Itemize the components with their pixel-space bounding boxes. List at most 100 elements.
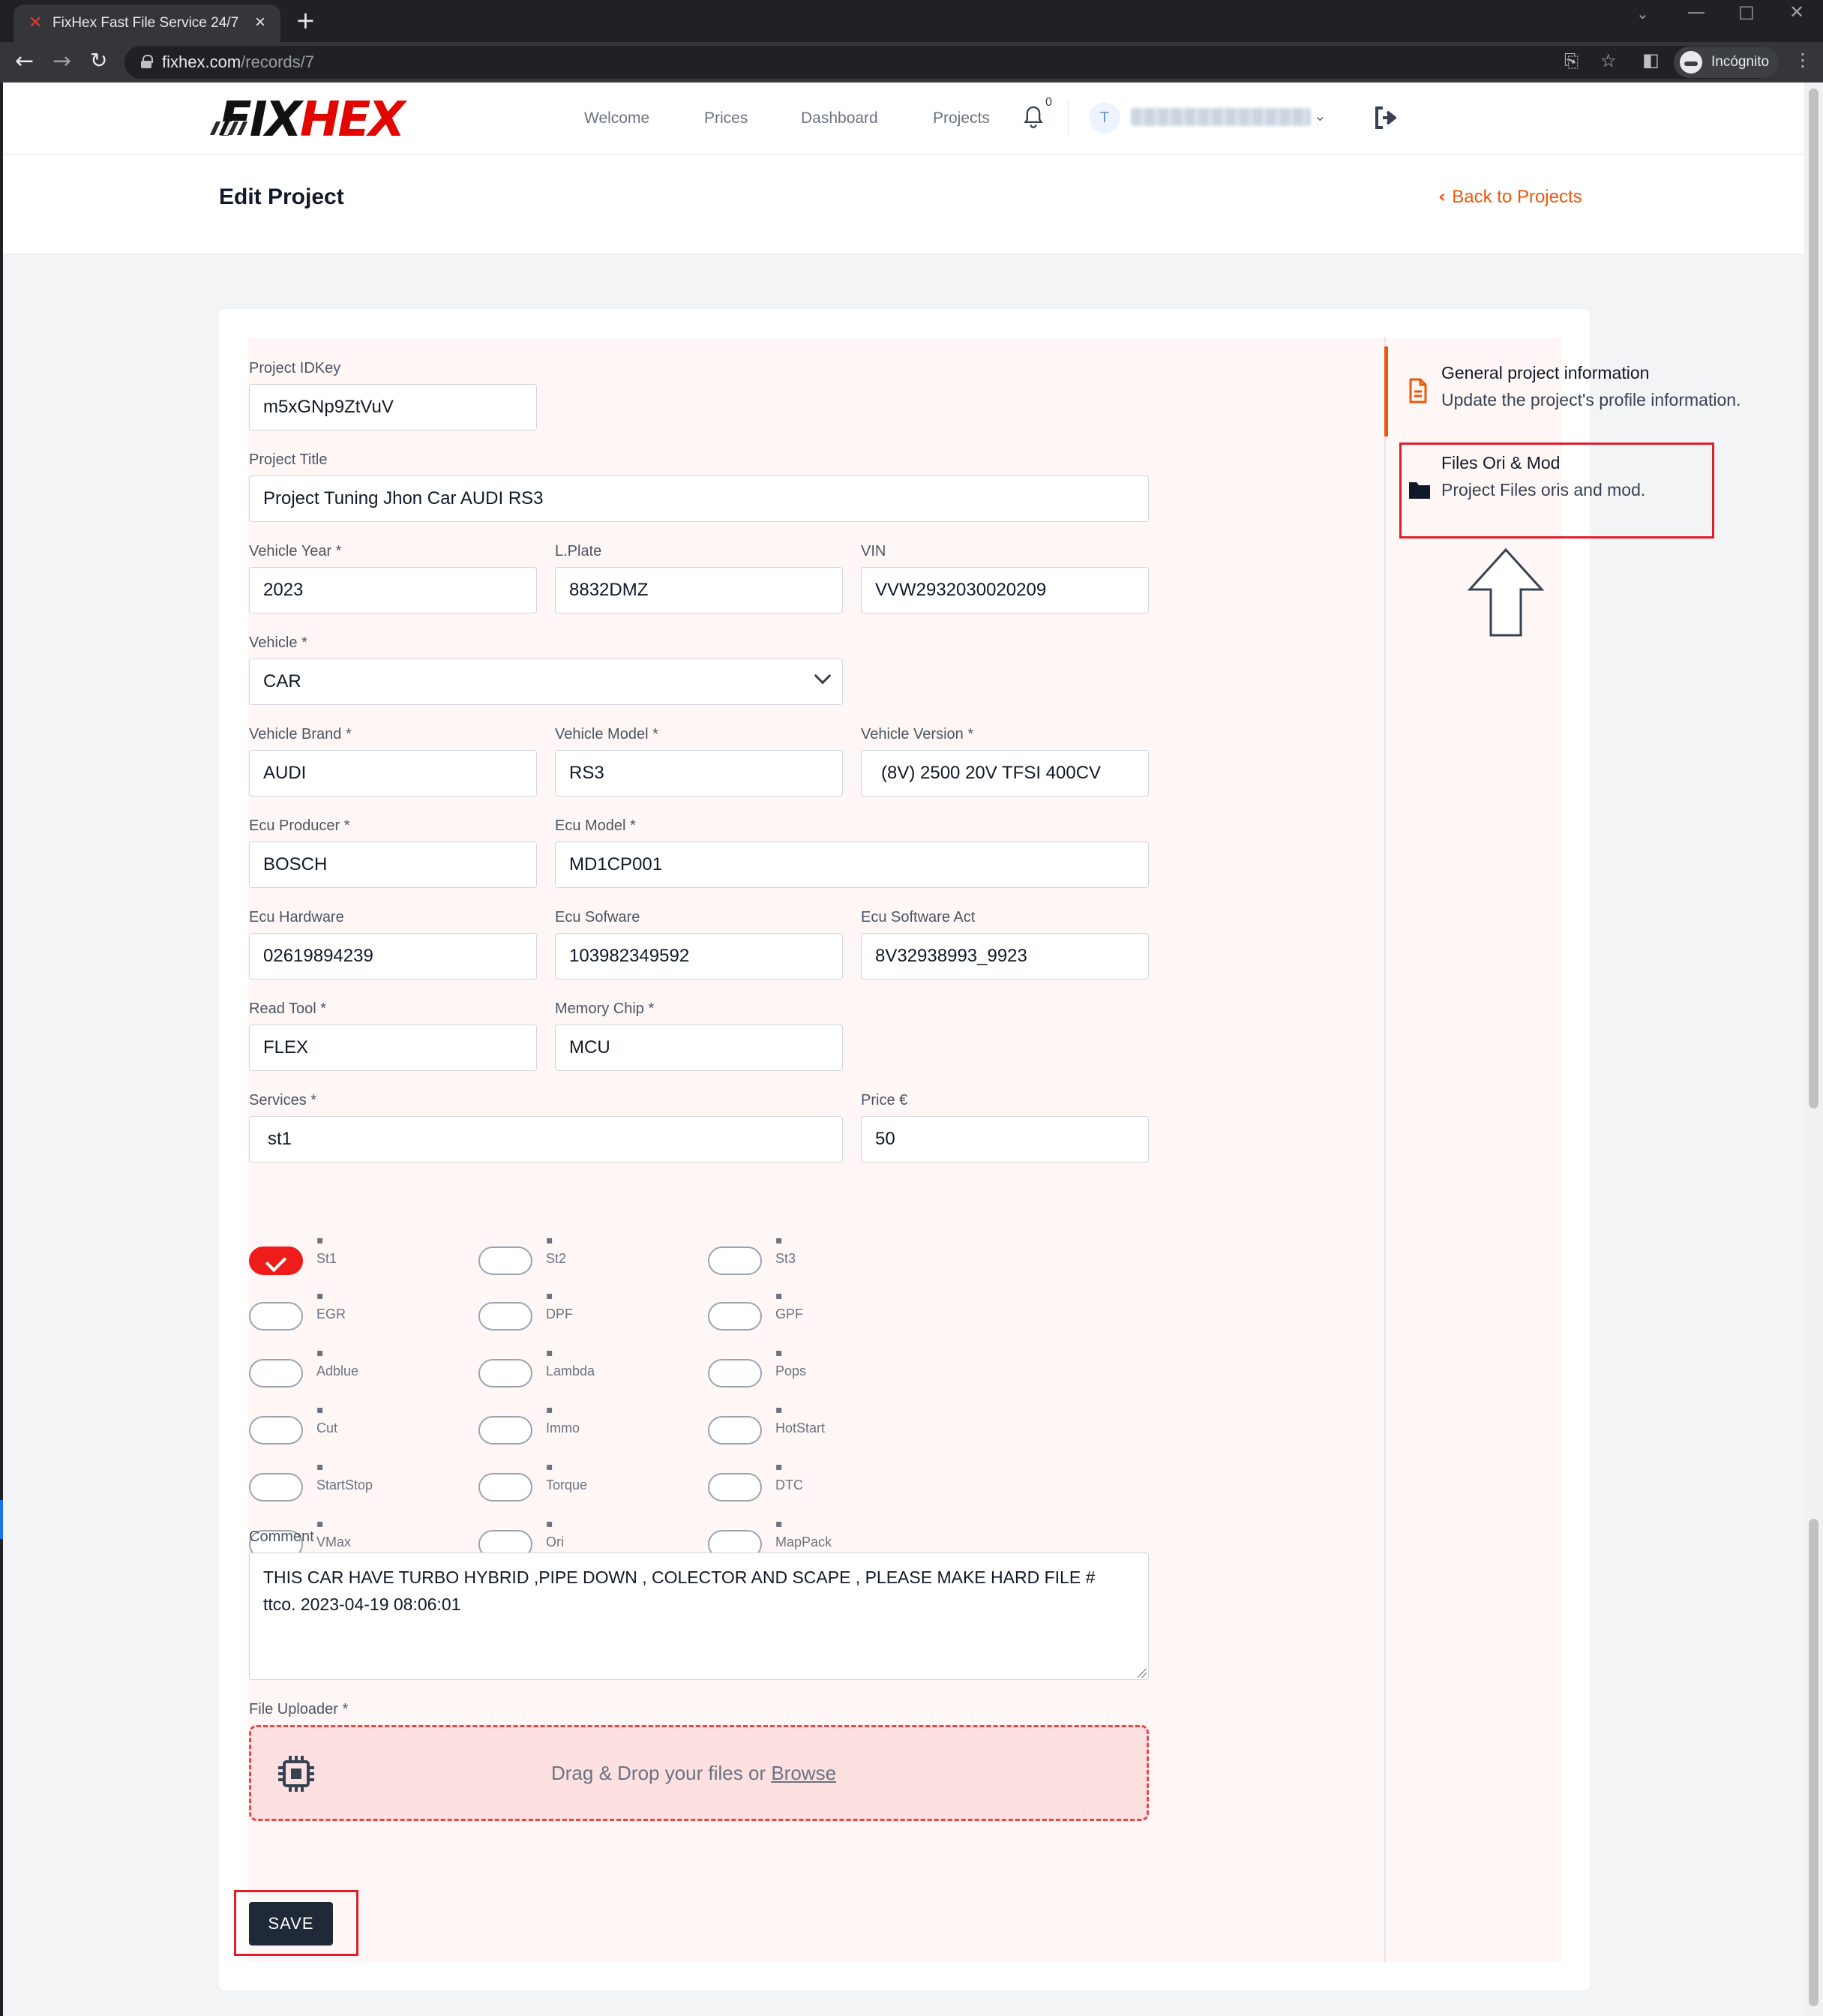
browse-link[interactable]: Browse [771,1762,836,1784]
new-tab-icon[interactable]: + [295,6,316,34]
memory-chip-input[interactable]: MCU [555,1024,843,1071]
services-input[interactable]: st1 [249,1116,843,1162]
reload-icon[interactable]: ↻ [90,48,107,73]
comment-textarea[interactable]: THIS CAR HAVE TURBO HYBRID ,PIPE DOWN , … [249,1552,1149,1680]
file-icon: ▪ [546,1518,553,1530]
toggle-switch[interactable] [708,1473,762,1502]
nav-link-dashboard[interactable]: Dashboard [801,110,878,128]
scrollbar-thumb-lower[interactable] [1809,1519,1819,2006]
toggle-switch[interactable] [478,1416,532,1444]
close-window-icon[interactable]: ✕ [1789,2,1804,22]
toggle-switch[interactable] [708,1416,762,1444]
read-tool-input[interactable]: FLEX [249,1024,537,1071]
project-title-label: Project Title [249,452,328,468]
scrollbar-thumb[interactable] [1809,88,1819,1108]
ecu-hardware-input[interactable]: 02619894239 [249,933,537,980]
chevron-down-icon[interactable]: ⌄ [1314,106,1327,124]
tab-close-icon[interactable]: × [255,12,265,33]
back-arrow-icon[interactable]: ← [15,48,34,74]
file-uploader-label: File Uploader * [249,1701,349,1718]
incognito-profile[interactable]: Incógnito [1674,46,1779,78]
project-title-input[interactable]: Project Tuning Jhon Car AUDI RS3 [249,476,1149,522]
service-toggle-label: GPF [775,1306,804,1322]
thermometer-icon: ▪ [775,1404,783,1416]
browser-tab[interactable]: ✕ FixHex Fast File Service 24/7 × [13,4,280,42]
user-email-redacted[interactable] [1131,108,1311,126]
vehicle-version-input[interactable]: (8V) 2500 20V TFSI 400CV [861,750,1149,796]
minimize-icon[interactable]: — [1687,2,1705,22]
toggle-switch[interactable] [249,1359,303,1388]
checkered-flag-icon [209,122,250,135]
nav-divider [1068,100,1069,136]
vehicle-brand-input[interactable]: AUDI [249,750,537,796]
vehicle-model-input[interactable]: RS3 [555,750,843,796]
nav-link-projects[interactable]: Projects [933,110,990,128]
lplate-input[interactable]: 8832DMZ [555,567,843,614]
url-text: fixhex.com/records/7 [162,52,314,72]
bookmark-star-icon[interactable]: ☆ [1600,50,1617,71]
nav-link-prices[interactable]: Prices [704,110,748,128]
toggle-switch[interactable] [249,1302,303,1330]
fixhex-logo[interactable]: FIXHEX [209,96,405,144]
ecu-model-input[interactable]: MD1CP001 [555,842,1149,888]
ecu-software-act-input[interactable]: 8V32938993_9923 [861,933,1149,980]
vehicle-label: Vehicle * [249,634,307,651]
toggle-switch[interactable] [249,1246,303,1275]
filter-icon: ▪ [546,1290,553,1302]
logo-text-hex: HEX [299,92,406,148]
vehicle-year-input[interactable]: 2023 [249,567,537,614]
filter-icon: ▪ [775,1290,783,1302]
chip-icon: ▪ [546,1234,553,1246]
resize-handle-icon[interactable] [1138,1669,1147,1678]
key-icon: ▪ [546,1404,553,1416]
file-dropzone[interactable]: Drag & Drop your files or Browse [249,1725,1149,1821]
back-to-projects-link[interactable]: ‹ Back to Projects [1438,186,1582,208]
toggle-switch[interactable] [478,1302,532,1330]
service-toggle-label: St1 [316,1251,337,1266]
lplate-label: L.Plate [555,543,602,560]
toggle-switch[interactable] [478,1359,532,1388]
address-bar[interactable]: fixhex.com/records/7 ⎘ ☆ [124,46,1774,79]
toggle-switch[interactable] [708,1302,762,1330]
forward-arrow-icon[interactable]: → [52,48,71,74]
price-input[interactable]: 50 [861,1116,1149,1162]
service-toggle-label: StartStop [316,1478,373,1492]
translate-icon[interactable]: ⎘ [1564,50,1579,71]
toggle-switch[interactable] [478,1246,532,1275]
service-toggle-label: Lambda [546,1364,595,1378]
browser-menu-icon[interactable]: ⋮ [1794,50,1812,70]
service-toggle-label: St3 [775,1251,796,1266]
nav-link-welcome[interactable]: Welcome [584,110,649,128]
ecu-producer-input[interactable]: BOSCH [249,842,537,888]
tab-search-icon[interactable]: ⌄ [1636,4,1649,22]
logout-icon[interactable] [1372,105,1401,130]
map-icon: ▪ [775,1518,783,1530]
document-icon [1408,378,1428,404]
avatar[interactable]: T [1089,102,1120,134]
ecu-software-input[interactable]: 103982349592 [555,933,843,980]
toggle-switch[interactable] [249,1473,303,1502]
vin-label: VIN [861,543,886,560]
edit-project-card: Project IDKey m5xGNp9ZtVuV Project Title… [219,309,1741,1990]
project-idkey-input[interactable]: m5xGNp9ZtVuV [249,384,537,430]
page-scrollbar[interactable] [1804,82,1823,2016]
notification-bell-icon[interactable] [1023,105,1044,130]
services-label: Services * [249,1092,317,1108]
toggle-switch[interactable] [478,1473,532,1502]
maximize-icon[interactable]: ☐ [1738,3,1755,24]
dropzone-prompt: Drag & Drop your files or [551,1762,772,1784]
toggle-switch[interactable] [708,1359,762,1388]
vin-input[interactable]: VVW2932030020209 [861,567,1149,614]
vehicle-select[interactable]: CAR [249,658,843,705]
service-toggle-label: Ori [546,1534,564,1550]
sidebar-active-indicator [1384,346,1388,436]
toggle-switch[interactable] [249,1416,303,1444]
side-panel-icon[interactable]: ◧ [1642,50,1660,70]
save-button[interactable]: SAVE [249,1902,333,1946]
service-toggle-label: EGR [316,1306,346,1322]
service-toggle-label: Adblue [316,1364,359,1378]
toggle-switch[interactable] [708,1246,762,1275]
service-toggle-label: HotStart [775,1420,826,1436]
back-to-projects-label: Back to Projects [1452,187,1582,207]
power-icon: ▪ [316,1461,324,1473]
